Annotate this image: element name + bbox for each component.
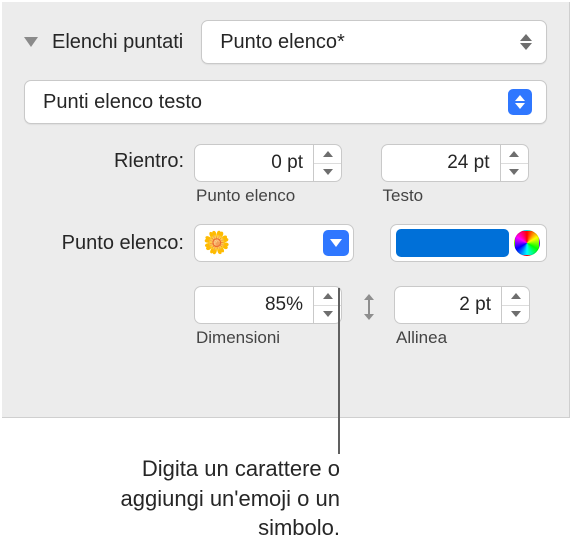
- bullet-color-well[interactable]: [390, 224, 547, 262]
- bullets-panel: Elenchi puntati Punto elenco* Punti elen…: [2, 2, 570, 418]
- indent-label: Rientro:: [24, 144, 194, 173]
- section-header-row: Elenchi puntati Punto elenco*: [24, 20, 547, 64]
- bullet-indent-stepper[interactable]: [314, 144, 342, 182]
- bullet-character-select[interactable]: 🌼: [194, 224, 354, 262]
- indent-row: Rientro: 0 pt Punto elenco 24 pt: [24, 144, 547, 206]
- vertical-align-icon: [344, 286, 394, 322]
- size-caption: Dimensioni: [196, 328, 280, 348]
- section-title: Elenchi puntati: [52, 31, 183, 54]
- callout-text: Digita un carattere o aggiungi un'emoji …: [80, 454, 340, 543]
- updown-arrows-icon: [508, 89, 532, 115]
- align-caption: Allinea: [396, 328, 447, 348]
- bullet-character-label: Punto elenco:: [24, 232, 194, 255]
- align-group: 2 pt Allinea: [394, 286, 544, 348]
- list-style-popup[interactable]: Punto elenco*: [201, 20, 547, 64]
- align-stepper[interactable]: [502, 286, 530, 324]
- flower-icon: 🌼: [203, 232, 230, 254]
- bullet-type-value: Punti elenco testo: [43, 91, 202, 114]
- bullet-character-row: Punto elenco: 🌼: [24, 224, 547, 262]
- bullet-indent-group: 0 pt Punto elenco: [194, 144, 361, 206]
- disclosure-triangle-icon[interactable]: [24, 37, 38, 47]
- text-indent-group: 24 pt Testo: [381, 144, 548, 206]
- bullet-indent-caption: Punto elenco: [196, 186, 295, 206]
- callout-leader-line: [338, 288, 340, 454]
- align-field[interactable]: 2 pt: [394, 286, 502, 324]
- size-align-row: 85% Dimensioni 2 pt: [24, 286, 547, 348]
- size-group: 85% Dimensioni: [194, 286, 344, 348]
- color-wheel-icon[interactable]: [514, 230, 540, 256]
- list-style-value: Punto elenco*: [220, 31, 345, 54]
- chevron-down-icon: [323, 230, 349, 256]
- updown-arrows-icon: [520, 34, 532, 50]
- text-indent-field[interactable]: 24 pt: [381, 144, 501, 182]
- text-indent-caption: Testo: [383, 186, 424, 206]
- text-indent-stepper[interactable]: [501, 144, 529, 182]
- bullet-type-popup[interactable]: Punti elenco testo: [24, 80, 547, 124]
- color-swatch[interactable]: [396, 229, 509, 257]
- bullet-indent-field[interactable]: 0 pt: [194, 144, 314, 182]
- size-field[interactable]: 85%: [194, 286, 314, 324]
